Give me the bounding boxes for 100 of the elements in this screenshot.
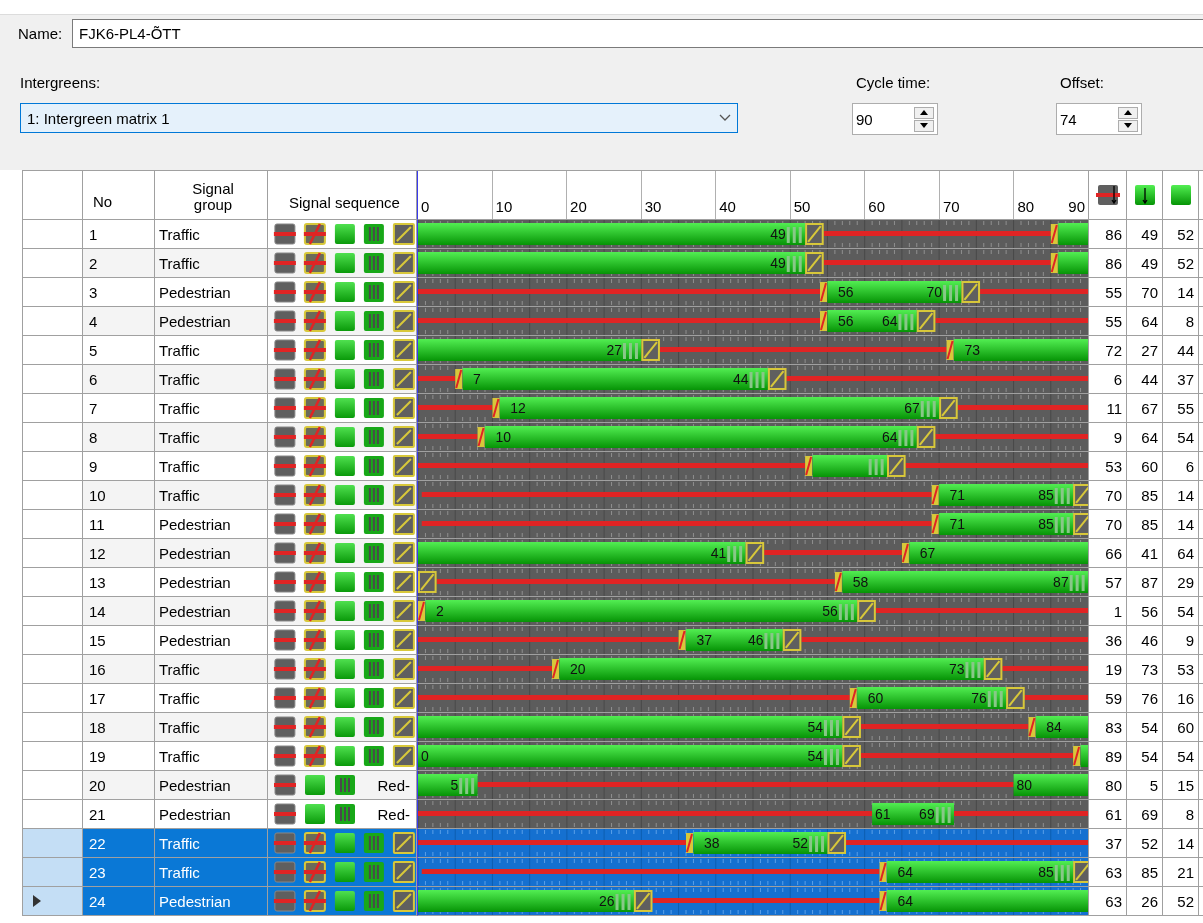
square-icon [332,339,357,361]
bar-square-icon [273,397,297,419]
time-label: 37 [696,632,712,648]
time-label: 0 [421,748,429,764]
flashing-stripes [935,807,951,823]
diagonal-square-icon [392,716,416,738]
striped-square-icon [333,774,357,796]
table-cell: 19 [1105,660,1122,678]
time-label: 60 [867,690,884,706]
time-label: 49 [770,226,786,242]
time-label: 80 [1016,777,1033,793]
table-cell: 60 [1177,718,1194,736]
table-cell: 9 [1185,631,1194,649]
diagonal-square-icon [392,368,416,390]
table-cell: 54 [1141,718,1158,736]
offset-spinbox[interactable]: 74 [1056,103,1142,135]
slashed-phase-marker [849,688,857,708]
table-row[interactable]: 23 Traffic 64 85 63 85 21 [23,858,1203,887]
name-field[interactable]: FJK6-PL4-ÕTT [72,19,1203,48]
striped-square-icon [362,281,387,303]
flashing-stripes [920,401,936,417]
down-arrow-icon [920,123,928,128]
table-cell: 14 [1177,515,1194,533]
slashed-square-icon [302,542,327,564]
diagonal-phase-marker [1073,484,1088,506]
table-cell: 14 [1177,283,1194,301]
table-cell: 3 [89,283,98,301]
time-label: 64 [897,893,913,909]
spin-down-button[interactable] [1118,119,1138,132]
diagonal-phase-marker [745,542,765,564]
flashing-stripes [824,720,839,736]
tick-label: 70 [942,198,960,215]
bar-square-icon [273,861,297,883]
square-icon [332,513,357,535]
table-cell: 85 [1141,515,1158,533]
slashed-square-icon [302,716,327,738]
table-cell: 55 [1105,283,1122,301]
diagonal-square-icon [392,861,416,883]
intergreens-label: Intergreens: [20,74,102,91]
table-cell: 63 [1105,863,1122,881]
square-icon [332,832,357,854]
go-phase-bar [418,774,478,796]
time-label: 54 [807,719,823,735]
slashed-square-icon [302,745,327,767]
flashing-stripes [1054,517,1070,533]
time-label: 5 [450,777,459,793]
diagonal-square-icon [392,281,416,303]
column-header: Signal group [191,181,235,213]
slashed-square-icon [302,397,327,419]
arrow-square-icon [1132,183,1157,207]
square-icon [332,861,357,883]
table-cell: 64 [1141,428,1158,446]
flashing-stripes [965,662,981,678]
time-label: 85 [1038,487,1054,503]
flashing-stripes [459,778,475,794]
table-cell: 83 [1105,718,1122,736]
table-cell: 1 [1113,602,1122,620]
square-icon [332,571,357,593]
table-row[interactable]: 22 Traffic 38 52 37 52 14 [23,829,1203,858]
striped-square-icon [362,252,387,274]
striped-square-icon [362,716,387,738]
table-cell: 14 [89,602,106,620]
time-label: 46 [747,632,764,648]
striped-square-icon [362,484,387,506]
diagonal-square-icon [392,484,416,506]
table-row[interactable]: 24 Pedestrian 26 64 63 26 52 [23,887,1203,916]
table-cell: 15 [89,631,106,649]
spin-up-button[interactable] [1118,106,1138,119]
slashed-phase-marker [834,572,842,592]
slashed-phase-marker [879,862,887,882]
table-cell: 26 [1141,892,1158,910]
flashing-stripes [824,749,839,765]
bar-square-icon [273,455,297,477]
intergreens-dropdown[interactable]: 1: Intergreen matrix 1 [20,103,738,133]
diagonal-square-icon [392,513,416,535]
go-phase-bar [1058,223,1088,245]
table-cell: 9 [1113,428,1122,446]
table-cell: Pedestrian [159,515,231,533]
cycle-time-spinbox[interactable]: 90 [852,103,938,135]
diagonal-phase-marker [641,339,660,361]
square-icon [332,484,357,506]
diagonal-phase-marker [782,629,802,651]
flashing-stripes [727,546,743,562]
time-label: 10 [495,429,511,445]
slashed-phase-marker [931,514,939,534]
table-cell: 55 [1177,399,1194,417]
diagonal-square-icon [392,890,416,912]
up-arrow-icon [920,110,928,115]
table-cell: 1 [89,225,98,243]
spin-up-button[interactable] [914,106,934,119]
bar-square-icon [273,484,297,506]
striped-square-icon [362,745,387,767]
table-cell: 52 [1177,225,1194,243]
table-cell: Pedestrian [159,892,231,910]
slashed-phase-marker [492,398,500,418]
table-cell: 72 [1105,341,1122,359]
time-label: 38 [703,835,720,851]
spin-down-button[interactable] [914,119,934,132]
striped-square-icon [362,513,387,535]
diagonal-square-icon [392,687,416,709]
